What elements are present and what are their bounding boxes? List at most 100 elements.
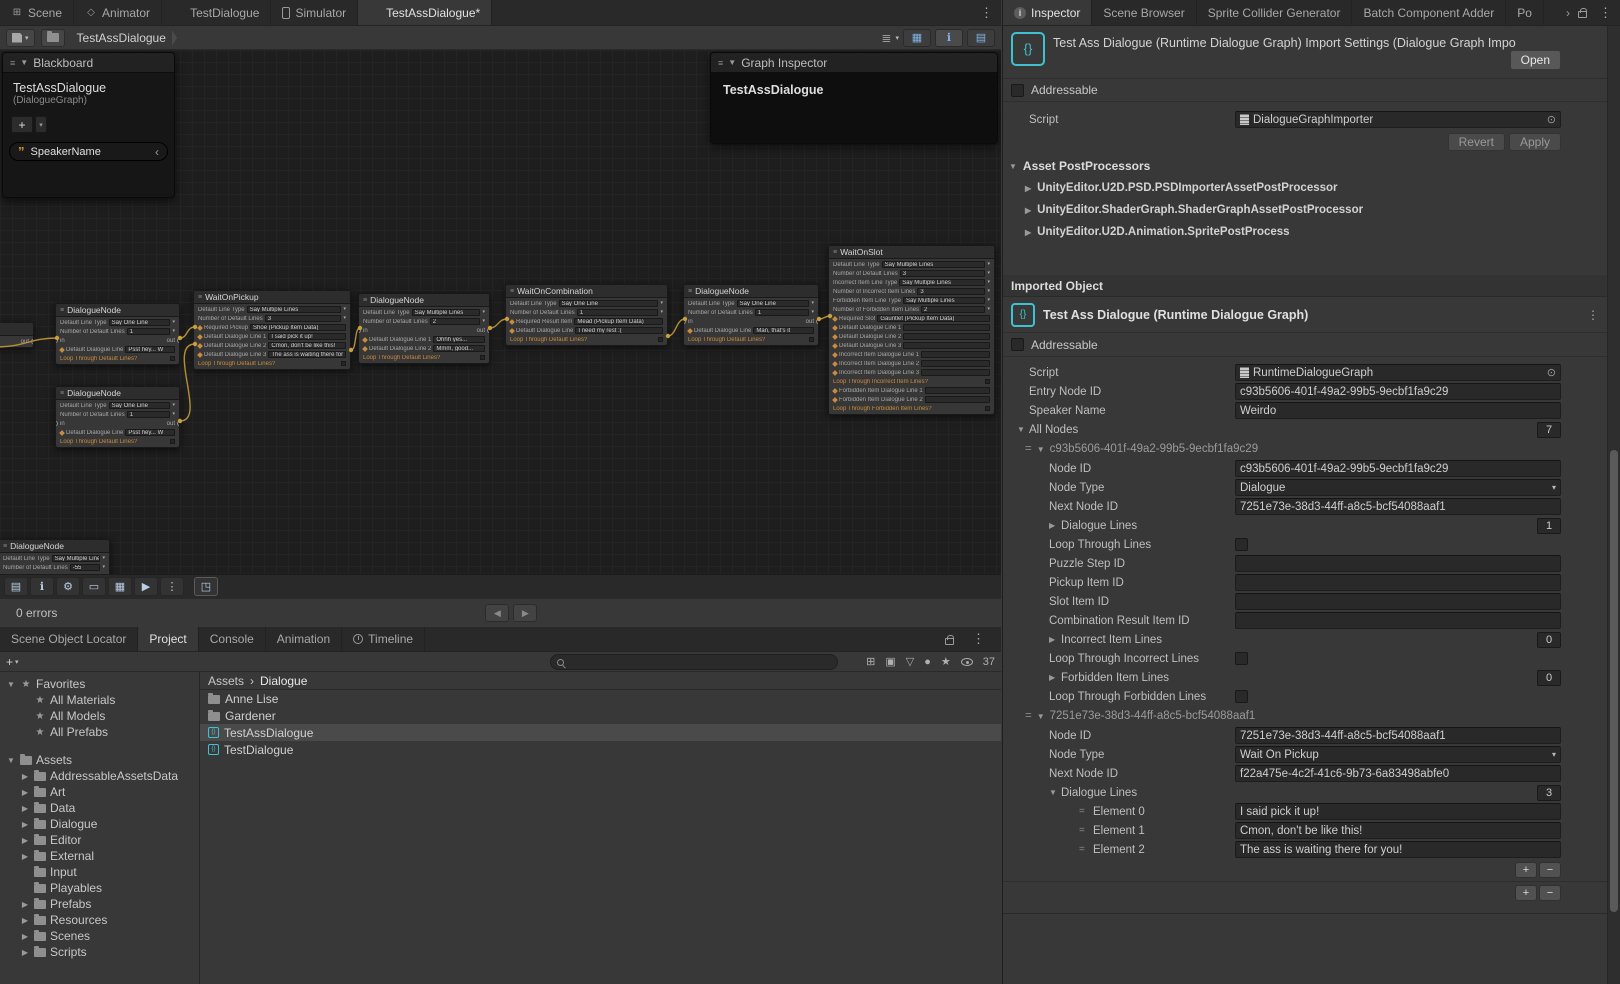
foldout-arrow-icon[interactable]: ▶: [20, 932, 30, 941]
node-row-value[interactable]: [903, 342, 990, 349]
field-value[interactable]: c93b5606-401f-49a2-99b5-9ecbf1fa9c29 ▾: [1235, 460, 1561, 477]
blackboard-property-speakername[interactable]: ” SpeakerName ‹: [9, 142, 168, 161]
node-row[interactable]: Default Dialogue Line 2 Mmm, good... ▾: [359, 344, 489, 353]
output-port-icon[interactable]: [487, 328, 490, 333]
foldout-arrow-icon[interactable]: ▶: [20, 804, 30, 813]
postprocessor-item[interactable]: ▶ UnityEditor.ShaderGraph.ShaderGraphAss…: [1003, 199, 1607, 221]
panel-handle-icon[interactable]: ≡: [718, 58, 723, 68]
foldout-arrow-icon[interactable]: ▶: [20, 916, 30, 925]
chevron-left-icon[interactable]: ‹: [155, 145, 159, 159]
apply-button[interactable]: Apply: [1509, 133, 1561, 151]
node-row[interactable]: Loop Through Forbidden Item Lines? ▾: [829, 404, 994, 413]
value-port-icon[interactable]: [832, 334, 838, 340]
node-row-value[interactable]: [921, 351, 990, 358]
node-checkbox[interactable]: [170, 439, 175, 444]
node-title-bar[interactable]: ≡DialogueNode: [684, 285, 818, 298]
entry-node-id-field[interactable]: c93b5606-401f-49a2-99b5-9ecbf1fa9c29: [1235, 383, 1561, 400]
open-button[interactable]: Open: [1510, 50, 1561, 70]
assets-folder-item[interactable]: ▶ Scripts: [0, 944, 199, 960]
assets-folder-item[interactable]: ▶ AddressableAssetsData: [0, 768, 199, 784]
node-title-bar[interactable]: ≡DialogueNode: [56, 387, 179, 400]
panel-handle-icon[interactable]: ≡: [10, 58, 15, 68]
field-value[interactable]: ▾: [1235, 593, 1561, 610]
node-group-header-1[interactable]: = ▼ c93b5606-401f-49a2-99b5-9ecbf1fa9c29: [1003, 439, 1607, 459]
node-row[interactable]: Loop Through Default Lines? ▾: [194, 359, 350, 368]
node-row-value[interactable]: Man, that's it: [753, 327, 814, 334]
tools-button[interactable]: ⚙: [56, 577, 80, 596]
node-row[interactable]: Default Line Type Say Multiple Lines ▾: [0, 554, 109, 563]
array-size-field[interactable]: 1: [1537, 518, 1561, 534]
node-row-value[interactable]: 3: [900, 270, 986, 277]
input-port-icon[interactable]: [358, 328, 361, 333]
breadcrumb-root[interactable]: Assets: [208, 674, 244, 688]
value-port-icon[interactable]: [59, 347, 65, 353]
expand-panel-button[interactable]: ◳: [194, 577, 218, 596]
node-row[interactable]: Number of Default Lines 3 ▾: [829, 269, 994, 278]
node-row-value[interactable]: Say Multiple Lines: [52, 555, 101, 562]
file-row[interactable]: TestDialogue: [200, 741, 1001, 758]
foldout-arrow-icon[interactable]: [1049, 635, 1061, 644]
inspector-tab[interactable]: Inspector: [1003, 0, 1092, 25]
input-port-icon[interactable]: [683, 319, 686, 324]
value-port-icon[interactable]: [197, 343, 203, 349]
favorites-item[interactable]: ▶ All Prefabs: [0, 724, 199, 740]
node-row[interactable]: Default Dialogue Line Psst hey... W ▾: [56, 428, 179, 437]
inspector-tab[interactable]: Sprite Collider Generator: [1197, 0, 1353, 25]
script-field[interactable]: DialogueGraphImporter ⊙: [1235, 111, 1561, 128]
node-title-bar[interactable]: ≡DialogueNode: [359, 294, 489, 307]
foldout-arrow-icon[interactable]: [1049, 521, 1061, 530]
frame-button[interactable]: ▭: [82, 577, 106, 596]
graph-inspector-panel[interactable]: ≡ ▼ Graph Inspector TestAssDialogue: [710, 52, 998, 144]
node-row-value[interactable]: Shoe (Pickup Item Data): [250, 324, 346, 331]
foldout-arrow-icon[interactable]: ▼: [6, 680, 16, 689]
node-row-value[interactable]: Say One Line: [559, 300, 659, 307]
drag-handle-icon[interactable]: =: [1025, 710, 1032, 722]
graph-node-dialogue-4[interactable]: ≡DialogueNode Default Line Type Say One …: [683, 284, 819, 346]
node-row[interactable]: Required Pickup Shoe (Pickup Item Data) …: [194, 323, 350, 332]
filter-icon[interactable]: ▽: [906, 655, 914, 668]
inspector-scrollbar[interactable]: [1607, 26, 1620, 984]
field-value[interactable]: 7251e73e-38d3-44ff-a8c5-bcf54088aaf1 ▾: [1235, 498, 1561, 515]
array-size-field[interactable]: 0: [1537, 632, 1561, 648]
dock-tab[interactable]: Console: [199, 627, 266, 651]
node-row[interactable]: Number of Default Lines -55 ▾: [0, 563, 109, 572]
node-title-bar[interactable]: ≡WaitOnCombination: [506, 285, 667, 298]
node-row[interactable]: Default Dialogue Line 2 ▾: [829, 332, 994, 341]
node-row-value[interactable]: 2: [921, 306, 985, 313]
node-row[interactable]: Forbidden Item Dialogue Line 1 ▾: [829, 386, 994, 395]
node-row-value[interactable]: [925, 387, 990, 394]
document-tab[interactable]: TestDialogue: [162, 0, 271, 25]
play-button[interactable]: ▶: [134, 577, 158, 596]
node-row[interactable]: Default Line Type Say One Line ▾: [506, 299, 667, 308]
console-view-button[interactable]: ▤: [4, 577, 28, 596]
node-row-value[interactable]: Psst hey... W: [125, 429, 175, 436]
value-port-icon[interactable]: [197, 352, 203, 358]
save-button[interactable]: ▾: [6, 29, 35, 47]
graph-node-dialogue-3[interactable]: ≡DialogueNode Default Line Type Say Mult…: [358, 293, 490, 364]
node-row[interactable]: in ▾ out: [684, 317, 818, 326]
node-row-value[interactable]: [925, 396, 990, 403]
favorites-root[interactable]: ▼ Favorites: [0, 676, 199, 692]
node-row-value[interactable]: I need my rest :(: [575, 327, 663, 334]
foldout-arrow-icon[interactable]: [1017, 425, 1029, 434]
node-row[interactable]: Required Result Item Mead (Pickup Item D…: [506, 317, 667, 326]
node-checkbox[interactable]: [170, 356, 175, 361]
node-row[interactable]: Loop Through Default Lines? ▾: [56, 354, 179, 363]
previous-error-button[interactable]: ◀: [485, 604, 509, 622]
scrollbar-thumb[interactable]: [1610, 450, 1618, 912]
node-row-value[interactable]: 3: [265, 315, 342, 322]
field-value[interactable]: 7251e73e-38d3-44ff-a8c5-bcf54088aaf1 ▾: [1235, 727, 1561, 744]
node-group-header-2[interactable]: = ▼ 7251e73e-38d3-44ff-a8c5-bcf54088aaf1: [1003, 706, 1607, 726]
next-error-button[interactable]: ▶: [513, 604, 537, 622]
node-row[interactable]: ions ▾ out: [0, 337, 33, 346]
value-port-icon[interactable]: [832, 370, 838, 376]
asset-postprocessors-header[interactable]: ▼ Asset PostProcessors: [1003, 155, 1607, 177]
node-row-value[interactable]: The ass is waiting there for: [268, 351, 346, 358]
node-row[interactable]: Incorrect Item Dialogue Line 3 ▾: [829, 368, 994, 377]
inspector-tab[interactable]: Batch Component Adder: [1352, 0, 1506, 25]
graph-node-dialogue-2[interactable]: ≡DialogueNode Default Line Type Say One …: [55, 386, 180, 448]
add-property-button[interactable]: +: [11, 116, 33, 133]
node-row[interactable]: Number of Default Lines 1 ▾: [506, 308, 667, 317]
node-row[interactable]: Default Line Type Say One Line ▾: [684, 299, 818, 308]
input-port-icon[interactable]: [55, 421, 58, 426]
